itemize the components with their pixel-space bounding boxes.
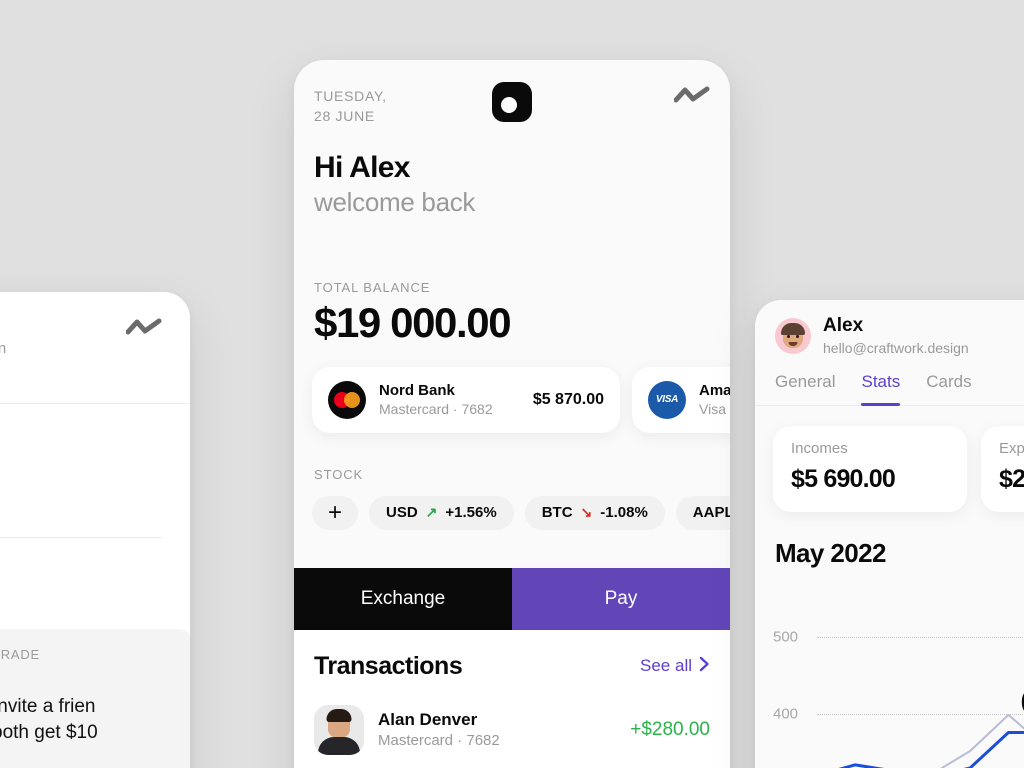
stock-symbol: BTC <box>541 504 573 522</box>
tile-text-line1: Invite a frien <box>0 696 96 717</box>
chart-gridline <box>817 637 1024 639</box>
squiggle-icon <box>125 318 162 343</box>
left-panel: design Cards .00 ery of the card TRADE I… <box>0 292 190 768</box>
transaction-amount: +$280.00 <box>630 718 710 740</box>
mastercard-circle-orange <box>344 391 360 408</box>
table-row[interactable]: Alan Denver Mastercard · 7682 +$280.00 <box>314 704 710 755</box>
app-logo-icon <box>492 82 532 122</box>
right-panel: Alex hello@craftwork.design General Stat… <box>755 300 1024 768</box>
account-amount: $5 870.00 <box>532 390 604 408</box>
trend-up-icon: ↗ <box>425 504 438 521</box>
chevron-right-icon <box>699 656 710 677</box>
stat-label: Incomes <box>791 439 848 457</box>
greeting-title: Hi Alex <box>314 150 410 184</box>
chart-canvas <box>838 713 1024 768</box>
left-panel-email: design <box>0 340 7 357</box>
left-panel-tiles: ery of the card TRADE Invite a frien bot… <box>0 629 190 768</box>
stock-chip-btc[interactable]: BTC ↘ -1.08% <box>524 495 665 530</box>
transaction-text: Alan Denver Mastercard · 7682 <box>378 710 500 749</box>
profile-header: Alex hello@craftwork.design <box>755 300 1024 356</box>
stock-chip-usd[interactable]: USD ↗ +1.56% <box>369 495 514 530</box>
pay-button[interactable]: Pay <box>512 567 730 630</box>
profile-email: hello@craftwork.design <box>823 339 969 356</box>
account-text: Amazon Visa · <box>699 382 730 417</box>
chart-y-tick-label: 500 <box>773 628 799 646</box>
balance-label: TOTAL BALANCE <box>314 279 431 295</box>
visa-icon: VISA <box>648 380 686 419</box>
center-phone-panel: TUESDAY, 28 JUNE Hi Alex welcome back TO… <box>294 60 730 768</box>
action-buttons[interactable]: Exchange Pay <box>294 567 730 630</box>
tile-kicker: TRADE <box>0 647 40 662</box>
account-card-amazon[interactable]: VISA Amazon Visa · <box>632 366 730 433</box>
stock-symbol: AAPL <box>692 504 730 522</box>
stat-value: $2 <box>999 464 1024 493</box>
avatar-hair <box>326 708 352 722</box>
add-stock-button[interactable]: + <box>312 495 358 530</box>
avatar-eye-right <box>796 334 799 338</box>
stock-change: -1.08% <box>600 504 648 522</box>
account-sub: Visa · <box>699 401 730 418</box>
exchange-button[interactable]: Exchange <box>294 567 512 630</box>
person-avatar <box>314 704 364 755</box>
tab-cards[interactable]: Cards <box>926 372 971 405</box>
transactions-section: Transactions See all Alan Denver Masterc… <box>294 629 730 768</box>
squiggle-icon[interactable] <box>673 86 710 111</box>
stat-label: Expenses <box>999 439 1024 457</box>
see-all-label: See all <box>640 656 692 676</box>
transaction-sub: Mastercard · 7682 <box>378 732 500 750</box>
profile-tabs[interactable]: General Stats Cards <box>755 372 1024 406</box>
chart-y-tick-label: 400 <box>773 705 799 723</box>
stock-chip-aapl[interactable]: AAPL ↗ <box>675 495 730 530</box>
left-panel-tile-trade[interactable]: TRADE Invite a frien both get $10 <box>0 629 190 768</box>
chart-series-current <box>838 730 1024 768</box>
account-sub: Mastercard · 7682 <box>379 401 493 418</box>
chart-series-previous <box>939 713 1024 768</box>
app-logo-dot <box>501 97 517 113</box>
account-text: Nord Bank Mastercard · 7682 <box>379 382 493 417</box>
transactions-header: Transactions See all <box>314 652 710 681</box>
account-card-nord-bank[interactable]: Nord Bank Mastercard · 7682 $5 870.00 <box>312 366 620 433</box>
see-all-link[interactable]: See all <box>640 656 710 677</box>
account-name: Amazon <box>699 382 730 400</box>
greeting-subtitle: welcome back <box>314 186 476 217</box>
profile-text: Alex hello@craftwork.design <box>823 315 969 356</box>
left-panel-header: design Cards <box>0 292 190 404</box>
stock-chip-row[interactable]: + USD ↗ +1.56% BTC ↘ -1.08% AAPL ↗ <box>294 495 730 530</box>
screen: design Cards .00 ery of the card TRADE I… <box>0 0 1024 768</box>
avatar-hair <box>781 322 805 335</box>
stat-card-expenses[interactable]: Expenses $2 <box>981 425 1024 512</box>
phone-header: TUESDAY, 28 JUNE <box>294 60 730 127</box>
accounts-carousel[interactable]: Nord Bank Mastercard · 7682 $5 870.00 VI… <box>294 366 730 433</box>
account-name: Nord Bank <box>379 382 455 400</box>
tile-text: Invite a frien both get $10 <box>0 694 177 745</box>
stock-label: STOCK <box>314 466 364 482</box>
profile-name: Alex <box>823 315 864 336</box>
stock-change: +1.56% <box>445 504 497 522</box>
greeting-block: Hi Alex welcome back <box>294 151 730 218</box>
chart-gridline <box>817 713 1024 715</box>
transactions-title: Transactions <box>314 651 463 680</box>
stock-symbol: USD <box>386 504 418 522</box>
tile-text-line2: both get $10 <box>0 721 98 743</box>
chart-month-title: May 2022 <box>775 537 886 568</box>
tab-stats[interactable]: Stats <box>861 372 900 406</box>
avatar-eye-left <box>787 334 790 338</box>
mastercard-icon <box>328 380 366 419</box>
avatar-body <box>318 736 360 755</box>
stats-line-chart[interactable]: 40050014 O376 <box>755 591 1024 768</box>
balance-value: $19 000.00 <box>314 298 512 346</box>
stat-card-incomes[interactable]: Incomes $5 690.00 <box>773 425 967 512</box>
trend-down-icon: ↘ <box>580 504 593 521</box>
left-panel-divider <box>0 537 162 538</box>
tab-general[interactable]: General <box>775 372 835 405</box>
transaction-name: Alan Denver <box>378 710 478 730</box>
memoji-avatar[interactable] <box>775 317 811 354</box>
stats-cards: Incomes $5 690.00 Expenses $2 <box>755 425 1024 512</box>
stat-value: $5 690.00 <box>791 464 896 493</box>
